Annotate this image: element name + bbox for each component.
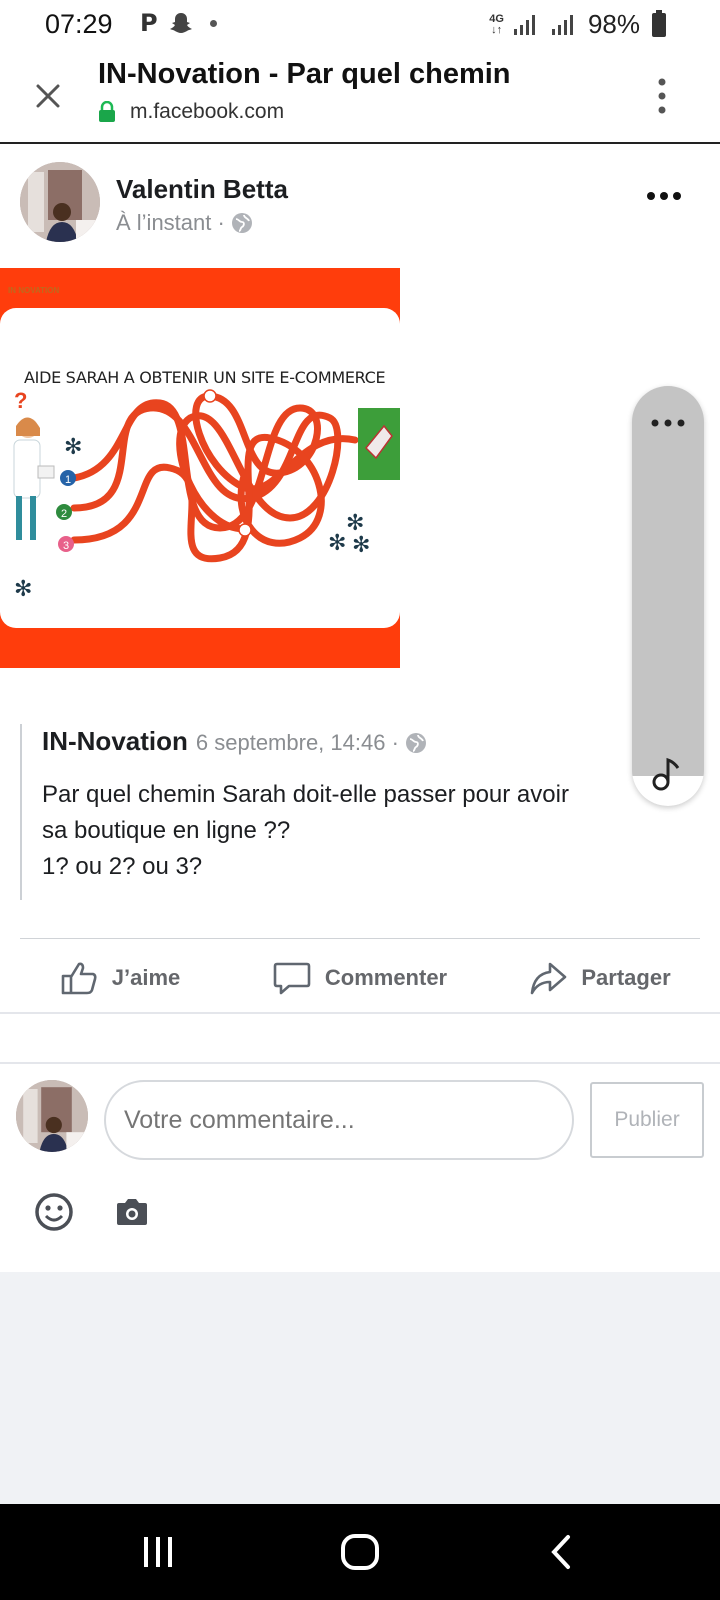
divider (0, 1062, 720, 1064)
like-button[interactable]: J’aime (0, 944, 240, 1012)
comment-icon (273, 962, 311, 995)
url-row: m.facebook.com (98, 100, 284, 124)
shared-text: Par quel chemin Sarah doit-elle passer p… (42, 781, 569, 880)
snapchat-icon (169, 13, 192, 33)
path-number-3: 3 (63, 540, 69, 552)
status-bar: 07:29 P 4G ↓↑ 98% (0, 0, 720, 48)
panel-more-icon[interactable] (650, 418, 686, 428)
home-icon[interactable] (340, 1534, 380, 1570)
battery-percent: 98% (587, 9, 640, 39)
signal-icon-2 (551, 14, 573, 35)
signal-icon (513, 14, 535, 35)
globe-icon (405, 733, 426, 753)
recent-apps-icon[interactable] (140, 1534, 176, 1570)
post-actions: J’aime Commenter Partager (0, 944, 720, 1012)
camera-icon[interactable] (114, 1197, 150, 1227)
more-options-icon[interactable] (654, 76, 670, 116)
dot-icon (209, 19, 217, 27)
comment-label: Commenter (324, 965, 448, 990)
svg-text:?: ? (14, 388, 27, 413)
shared-date-text: 6 septembre, 14:46 · (195, 730, 399, 755)
author-avatar[interactable] (20, 162, 100, 242)
battery-icon (652, 9, 666, 37)
divider (20, 938, 700, 939)
network-type: 4G ↓↑ (489, 12, 504, 36)
lock-icon (99, 101, 115, 122)
user-avatar (16, 1080, 88, 1152)
status-time: 07:29 (45, 9, 113, 39)
maze-illustration: ? 1 2 3 ✻ ✻ ✻ ✻ ✻ (13, 388, 400, 602)
emoji-icon[interactable] (34, 1192, 74, 1232)
publish-button[interactable]: Publier (590, 1082, 704, 1158)
svg-text:✻: ✻ (328, 531, 346, 556)
shared-date: 6 septembre, 14:46 · (196, 730, 427, 756)
svg-text:✻: ✻ (352, 533, 370, 558)
shared-header: IN-Novation 6 septembre, 14:46 · (42, 726, 700, 757)
page-title: IN-Novation - Par quel chemin (98, 58, 511, 90)
like-label: J’aime (111, 965, 181, 990)
woman-figure-icon: ? (13, 388, 55, 540)
page-background (0, 1272, 720, 1504)
svg-text:✻: ✻ (64, 435, 82, 460)
url-text: m.facebook.com (130, 100, 285, 123)
share-label: Partager (581, 965, 671, 990)
system-icons: 4G ↓↑ 98% (489, 9, 666, 40)
custom-tab-header: IN-Novation - Par quel chemin m.facebook… (0, 48, 720, 144)
post-time: À l’instant · (116, 210, 225, 235)
post-image[interactable]: IN NOVATION AIDE SARAH A OBTENIR UN SITE… (0, 268, 400, 668)
shared-source-name[interactable]: IN-Novation (42, 726, 188, 757)
divider (0, 1012, 720, 1014)
share-icon (531, 962, 567, 995)
svg-text:✻: ✻ (14, 577, 32, 602)
notification-icons: P (140, 9, 217, 37)
composer-tools (34, 1192, 150, 1232)
share-button[interactable]: Partager (480, 944, 720, 1012)
back-icon[interactable] (548, 1534, 574, 1570)
path-number-2: 2 (61, 508, 67, 520)
close-icon[interactable] (30, 78, 66, 114)
system-nav-bar (0, 1504, 720, 1600)
thumbs-up-icon (61, 962, 97, 995)
comment-button[interactable]: Commenter (240, 944, 480, 1012)
parking-icon: P (140, 9, 158, 37)
globe-icon (231, 213, 252, 233)
path-number-1: 1 (65, 474, 71, 486)
shared-post[interactable]: IN-Novation 6 septembre, 14:46 · Par que… (20, 724, 700, 900)
post-meta: À l’instant · (116, 210, 253, 236)
comment-input[interactable] (104, 1080, 574, 1160)
post-more-icon[interactable] (646, 190, 682, 202)
post-header: Valentin Betta À l’instant · (0, 144, 720, 264)
author-name[interactable]: Valentin Betta (116, 174, 288, 205)
